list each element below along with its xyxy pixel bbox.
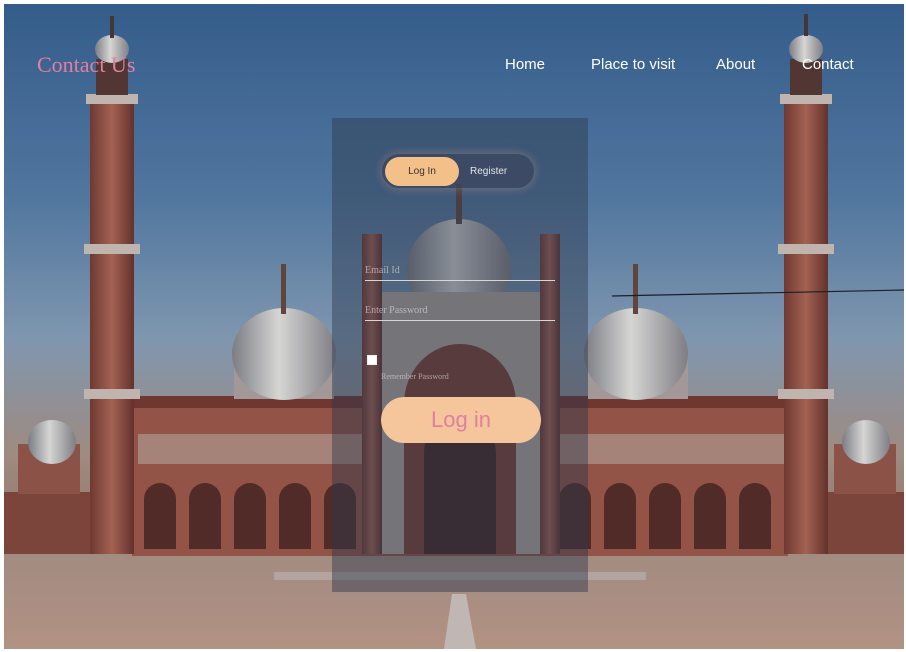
remember-password-label: Remember Password — [381, 372, 449, 381]
remember-password-checkbox[interactable] — [367, 355, 377, 365]
page: Contact Us Home Place to visit About Con… — [4, 4, 904, 649]
log-in-button[interactable]: Log in — [381, 397, 541, 443]
email-input[interactable] — [365, 260, 555, 281]
brand-title[interactable]: Contact Us — [37, 52, 135, 78]
nav-home[interactable]: Home — [505, 56, 545, 73]
nav-contact[interactable]: Contact — [802, 56, 854, 73]
login-panel: Log In Register Remember Password Log in — [332, 118, 588, 592]
tab-log-in[interactable]: Log In — [385, 157, 459, 186]
tab-register[interactable]: Register — [470, 157, 530, 186]
nav-about[interactable]: About — [716, 56, 755, 73]
nav-place-to-visit[interactable]: Place to visit — [591, 56, 675, 73]
auth-tab-switch: Log In Register — [382, 154, 534, 188]
password-input[interactable] — [365, 300, 555, 321]
